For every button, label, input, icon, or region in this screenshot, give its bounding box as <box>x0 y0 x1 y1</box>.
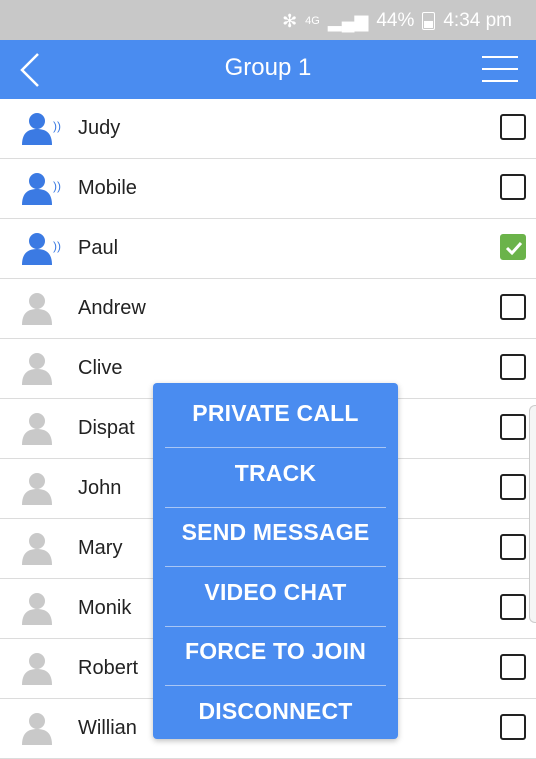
battery-percent: 44% <box>376 10 415 31</box>
select-checkbox[interactable] <box>500 534 526 560</box>
sound-waves-icon: )) <box>53 119 61 133</box>
contact-name: Paul <box>78 237 119 259</box>
contact-name: Mary <box>78 537 123 559</box>
battery-icon <box>422 12 436 30</box>
user-icon <box>22 473 52 505</box>
user-icon <box>22 533 52 565</box>
sound-waves-icon: )) <box>53 179 61 193</box>
select-checkbox[interactable] <box>500 414 526 440</box>
contact-name: Dispat <box>78 417 135 439</box>
menu-item-video-chat[interactable]: VIDEO CHAT <box>165 563 386 622</box>
scrollbar[interactable] <box>529 405 536 623</box>
speaking-user-icon <box>22 113 52 145</box>
context-menu: PRIVATE CALL TRACK SEND MESSAGE VIDEO CHAT F… <box>153 383 398 739</box>
select-checkbox[interactable] <box>500 114 526 140</box>
contact-row[interactable]: )) Mobile <box>0 159 536 219</box>
contact-name: Clive <box>78 357 123 379</box>
user-icon <box>22 413 52 445</box>
select-checkbox[interactable] <box>500 174 526 200</box>
menu-item-track[interactable]: TRACK <box>165 444 386 503</box>
menu-button[interactable] <box>480 50 520 90</box>
checkmark-icon <box>505 241 523 256</box>
clock: 4:34 pm <box>443 10 512 31</box>
status-icons: ✻ 4G ▂▄▆ 44% 4:34 pm <box>282 10 512 32</box>
contact-name: Mobile <box>78 177 137 199</box>
select-checkbox[interactable] <box>500 234 526 260</box>
contact-row[interactable]: Andrew <box>0 279 536 339</box>
user-icon <box>22 713 52 745</box>
menu-item-force-to-join[interactable]: FORCE TO JOIN <box>165 622 386 681</box>
menu-item-private-call[interactable]: PRIVATE CALL <box>165 384 386 443</box>
user-icon <box>22 293 52 325</box>
user-icon <box>22 653 52 685</box>
sound-waves-icon: )) <box>53 239 61 253</box>
page-title: Group 1 <box>224 54 312 81</box>
signal-icon: ▂▄▆ <box>327 10 369 31</box>
select-checkbox[interactable] <box>500 714 526 740</box>
hamburger-icon <box>482 56 518 58</box>
network-icon: 4G <box>305 15 320 27</box>
user-icon <box>22 353 52 385</box>
contact-row[interactable]: )) Paul <box>0 219 536 279</box>
menu-item-send-message[interactable]: SEND MESSAGE <box>165 503 386 562</box>
menu-item-disconnect[interactable]: DISCONNECT <box>165 682 386 741</box>
contact-name: Monik <box>78 597 132 619</box>
select-checkbox[interactable] <box>500 354 526 380</box>
contact-name: Robert <box>78 657 139 679</box>
status-bar: ✻ 4G ▂▄▆ 44% 4:34 pm <box>0 0 536 40</box>
contact-row[interactable]: )) Judy <box>0 99 536 159</box>
contact-name: Judy <box>78 117 121 139</box>
app-bar: Group 1 <box>0 40 536 99</box>
contact-name: Andrew <box>78 297 146 319</box>
select-checkbox[interactable] <box>500 654 526 680</box>
contact-name: John <box>78 477 122 499</box>
select-checkbox[interactable] <box>500 294 526 320</box>
select-checkbox[interactable] <box>500 474 526 500</box>
speaking-user-icon <box>22 233 52 265</box>
user-icon <box>22 593 52 625</box>
select-checkbox[interactable] <box>500 594 526 620</box>
contact-name: Willian <box>78 717 137 739</box>
bluetooth-icon: ✻ <box>282 10 298 31</box>
speaking-user-icon <box>22 173 52 205</box>
